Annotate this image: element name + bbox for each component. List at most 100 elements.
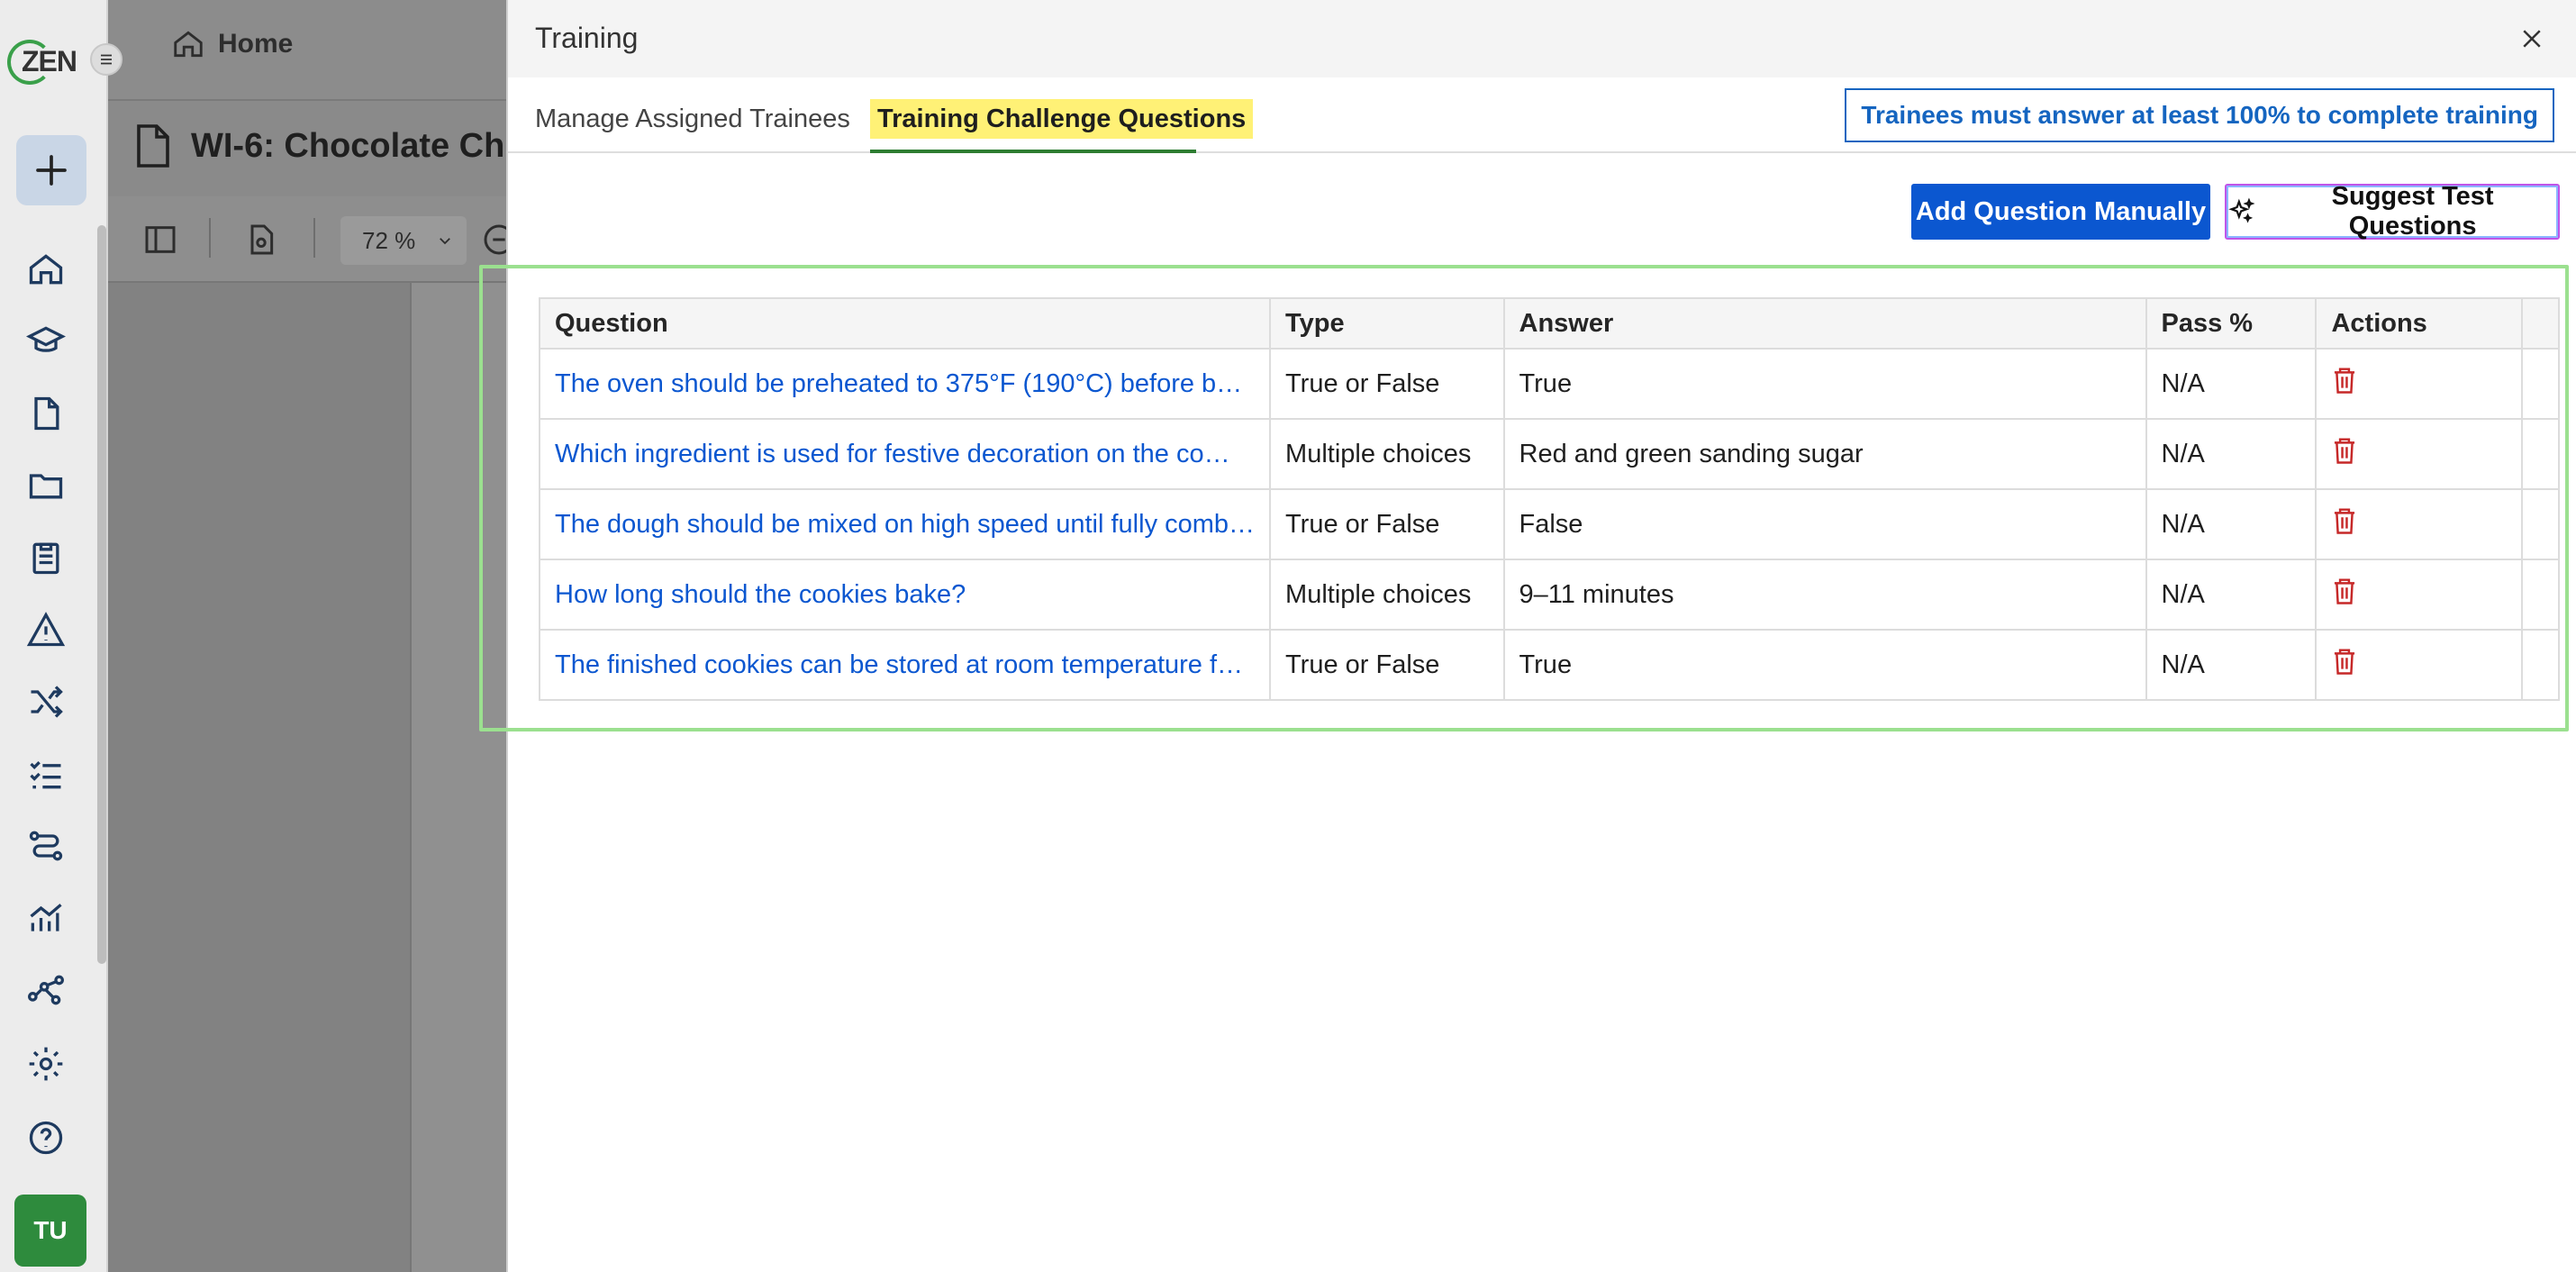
table-row: The finished cookies can be stored at ro…	[538, 629, 2561, 701]
trash-icon	[2335, 508, 2355, 534]
table-row: The dough should be mixed on high speed …	[538, 488, 2561, 560]
delete-question-button[interactable]	[2315, 348, 2523, 420]
question-pass: N/A	[2145, 488, 2317, 560]
help-icon	[29, 1121, 63, 1155]
column-header-pass[interactable]: Pass %	[2145, 297, 2317, 350]
suggest-button-label: Suggest Test Questions	[2331, 182, 2494, 241]
home-icon	[29, 254, 63, 285]
column-header-spacer	[2520, 297, 2561, 350]
nav-documents[interactable]	[25, 393, 67, 434]
zen-logo[interactable]: ZEN	[7, 36, 79, 86]
nav-training[interactable]	[25, 321, 67, 362]
add-question-button[interactable]: Add Question Manually	[1911, 184, 2210, 240]
table-row: The oven should be preheated to 375°F (1…	[538, 348, 2561, 420]
breadcrumb-home[interactable]: Home	[171, 27, 293, 61]
question-answer: True	[1502, 629, 2147, 701]
dialog-header: Training	[508, 0, 2576, 77]
question-type: True or False	[1269, 629, 1505, 701]
chevron-down-icon	[440, 238, 451, 245]
trash-icon	[2335, 438, 2355, 464]
pass-threshold-notice[interactable]: Trainees must answer at least 100% to co…	[1845, 88, 2554, 142]
close-button[interactable]	[2515, 22, 2549, 56]
table-row: How long should the cookies bake? Multip…	[538, 559, 2561, 631]
nav-rail: ZEN TU	[0, 0, 108, 1272]
delete-question-button[interactable]	[2315, 559, 2523, 631]
checklist-icon	[30, 760, 61, 789]
question-link[interactable]: The dough should be mixed on high speed …	[538, 488, 1272, 560]
nav-analytics[interactable]	[25, 897, 67, 939]
close-icon	[2523, 30, 2541, 48]
plus-icon	[36, 155, 67, 186]
question-answer: True	[1502, 348, 2147, 420]
rail-collapse-toggle[interactable]	[90, 43, 122, 76]
trash-icon	[2335, 649, 2355, 675]
question-answer: Red and green sanding sugar	[1502, 418, 2147, 490]
delete-question-button[interactable]	[2315, 418, 2523, 490]
question-link[interactable]: The oven should be preheated to 375°F (1…	[538, 348, 1272, 420]
user-avatar[interactable]: TU	[14, 1195, 86, 1267]
warning-icon	[26, 612, 66, 647]
nav-folders[interactable]	[25, 465, 67, 506]
question-link[interactable]: Which ingredient is used for festive dec…	[538, 418, 1272, 490]
document-settings-icon[interactable]	[243, 222, 279, 258]
question-pass: N/A	[2145, 418, 2317, 490]
delete-question-button[interactable]	[2315, 629, 2523, 701]
column-header-question[interactable]: Question	[538, 297, 1272, 350]
questions-table: Question Type Answer Pass % Actions The …	[538, 297, 2561, 701]
nav-settings[interactable]	[25, 1043, 67, 1085]
table-header-row: Question Type Answer Pass % Actions	[538, 297, 2561, 350]
dialog-title: Training	[535, 22, 639, 54]
question-type: True or False	[1269, 488, 1505, 560]
column-header-answer[interactable]: Answer	[1502, 297, 2147, 350]
home-icon	[174, 31, 203, 58]
question-answer: 9–11 minutes	[1502, 559, 2147, 631]
clipboard-icon	[32, 542, 59, 575]
document-title-text: WI-6: Chocolate Chip	[191, 126, 536, 165]
question-pass: N/A	[2145, 629, 2317, 701]
nav-changes[interactable]	[25, 681, 67, 722]
logo-text: ZEN	[22, 45, 77, 77]
nav-help[interactable]	[25, 1117, 67, 1158]
trash-icon	[2335, 368, 2355, 394]
folder-icon	[29, 474, 63, 499]
rail-scrollbar[interactable]	[97, 225, 106, 964]
sparkle-icon	[2228, 197, 2255, 223]
document-icon	[34, 396, 59, 431]
delete-question-button[interactable]	[2315, 488, 2523, 560]
column-header-actions: Actions	[2315, 297, 2523, 350]
suggest-test-questions-button[interactable]: Suggest Test Questions	[2225, 182, 2560, 241]
gear-icon	[29, 1047, 63, 1081]
question-pass: N/A	[2145, 559, 2317, 631]
question-link[interactable]: The finished cookies can be stored at ro…	[538, 629, 1272, 701]
menu-icon	[101, 54, 112, 65]
analytics-icon	[30, 904, 62, 931]
document-icon	[137, 124, 169, 168]
nav-home[interactable]	[25, 249, 67, 290]
route-icon	[29, 831, 63, 861]
column-header-type[interactable]: Type	[1269, 297, 1505, 350]
question-type: True or False	[1269, 348, 1505, 420]
nav-tasks[interactable]	[25, 753, 67, 795]
tab-manage-assigned-trainees[interactable]: Manage Assigned Trainees	[535, 92, 850, 153]
trash-icon	[2335, 578, 2355, 604]
network-icon	[28, 975, 64, 1005]
sidebar-toggle-icon[interactable]	[142, 222, 178, 258]
question-type: Multiple choices	[1269, 559, 1505, 631]
table-row: Which ingredient is used for festive dec…	[538, 418, 2561, 490]
graduation-cap-icon	[26, 326, 66, 352]
breadcrumb-home-label: Home	[218, 29, 294, 59]
nav-workflows[interactable]	[25, 825, 67, 867]
create-new-button[interactable]	[16, 135, 86, 205]
shuffle-icon	[31, 686, 63, 718]
question-answer: False	[1502, 488, 2147, 560]
nav-audits[interactable]	[25, 537, 67, 578]
question-pass: N/A	[2145, 348, 2317, 420]
question-link[interactable]: How long should the cookies bake?	[538, 559, 1272, 631]
dialog-tabs: Manage Assigned Trainees Training Challe…	[508, 77, 2576, 153]
zoom-select[interactable]: 72 %	[340, 216, 467, 265]
active-tab-indicator	[870, 150, 1196, 153]
tab-training-challenge-questions[interactable]: Training Challenge Questions	[870, 92, 1254, 153]
nav-incidents[interactable]	[25, 609, 67, 650]
nav-network[interactable]	[25, 969, 67, 1011]
question-type: Multiple choices	[1269, 418, 1505, 490]
